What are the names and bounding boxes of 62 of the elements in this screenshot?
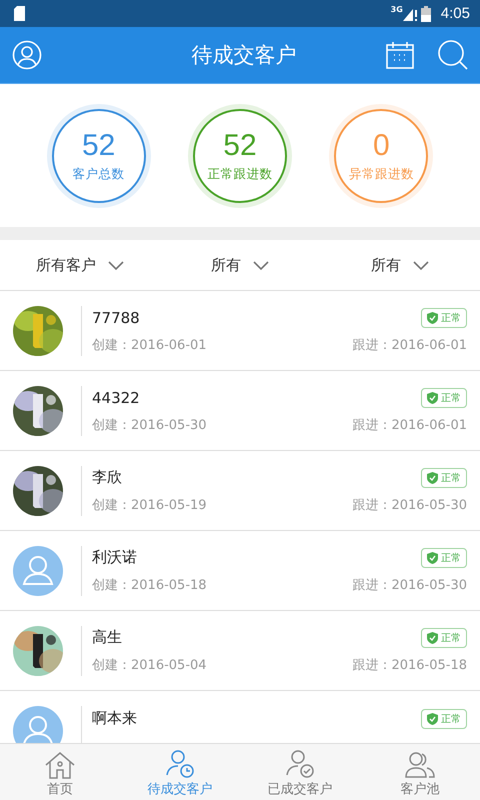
shield-icon [427, 632, 438, 644]
chevron-down-icon [253, 260, 269, 270]
filter-dropdown[interactable]: 所有客户 [0, 240, 160, 290]
status-badge: 正常 [421, 628, 467, 648]
shield-icon [427, 552, 438, 564]
follow-up-date: 跟进：2016-05-18 [352, 656, 467, 674]
status-badge: 正常 [421, 308, 467, 328]
status-badge: 正常 [421, 548, 467, 568]
customer-name: 啊本来 [92, 709, 137, 728]
nav-tab[interactable]: 已成交客户 [240, 744, 360, 800]
battery-icon [420, 6, 431, 22]
follow-up-date: 跟进：2016-05-30 [352, 576, 467, 594]
follow-up-date: 跟进：2016-06-01 [352, 336, 467, 354]
chevron-down-icon [413, 260, 429, 270]
status-badge: 正常 [421, 388, 467, 408]
people-icon [405, 751, 435, 779]
search-icon[interactable] [438, 40, 468, 70]
customer-name: 44322 [92, 388, 140, 406]
chevron-down-icon [108, 260, 124, 270]
sd-card-icon [14, 6, 25, 21]
customer-name: 77788 [92, 308, 140, 326]
customer-name: 李欣 [92, 468, 122, 487]
profile-icon[interactable] [12, 40, 42, 70]
customer-row[interactable]: 李欣 正常 创建：2016-05-19 跟进：2016-05-30 [0, 451, 480, 531]
customer-row[interactable]: 利沃诺 正常 创建：2016-05-18 跟进：2016-05-30 [0, 531, 480, 611]
shield-icon [427, 312, 438, 324]
shield-icon [427, 392, 438, 404]
follow-up-date: 跟进：2016-05-30 [352, 496, 467, 514]
stat-value: 52 [82, 128, 116, 162]
stat-label: 正常跟进数 [207, 166, 272, 182]
status-badge: 正常 [421, 708, 467, 728]
stat-value: 52 [223, 128, 257, 162]
customer-name: 利沃诺 [92, 548, 137, 567]
person-check-icon [286, 749, 314, 779]
page-title: 待成交客户 [190, 42, 298, 69]
status-badge: 正常 [421, 468, 467, 488]
clock: 4:05 [440, 5, 470, 22]
shield-icon [427, 472, 438, 484]
created-date: 创建：2016-05-30 [92, 416, 207, 434]
person-clock-icon [166, 749, 194, 779]
nav-tab[interactable]: 客户池 [360, 744, 480, 800]
customer-row[interactable]: 高生 正常 创建：2016-05-04 跟进：2016-05-18 [0, 611, 480, 691]
stat-label: 客户总数 [72, 166, 125, 182]
calendar-icon[interactable] [386, 41, 414, 69]
shield-icon [427, 712, 438, 724]
created-date: 创建：2016-05-04 [92, 656, 207, 674]
avatar-icon [13, 546, 63, 596]
created-date: 创建：2016-06-01 [92, 336, 207, 354]
filter-dropdown[interactable]: 所有 [320, 240, 480, 290]
network-type: 3G [390, 5, 403, 14]
follow-up-date: 跟进：2016-06-01 [352, 416, 467, 434]
stat-label: 异常跟进数 [348, 166, 414, 182]
signal-icon [402, 6, 417, 20]
created-date: 创建：2016-05-18 [92, 576, 207, 594]
customer-row[interactable]: 77788 正常 创建：2016-06-01 跟进：2016-06-01 [0, 291, 480, 371]
nav-tab[interactable]: 首页 [0, 744, 120, 800]
customer-name: 高生 [92, 628, 122, 647]
house-icon [44, 751, 76, 779]
filter-dropdown[interactable]: 所有 [160, 240, 320, 290]
customer-row[interactable]: 44322 正常 创建：2016-05-30 跟进：2016-06-01 [0, 371, 480, 451]
stat-value: 0 [372, 128, 390, 162]
created-date: 创建：2016-05-19 [92, 496, 207, 514]
